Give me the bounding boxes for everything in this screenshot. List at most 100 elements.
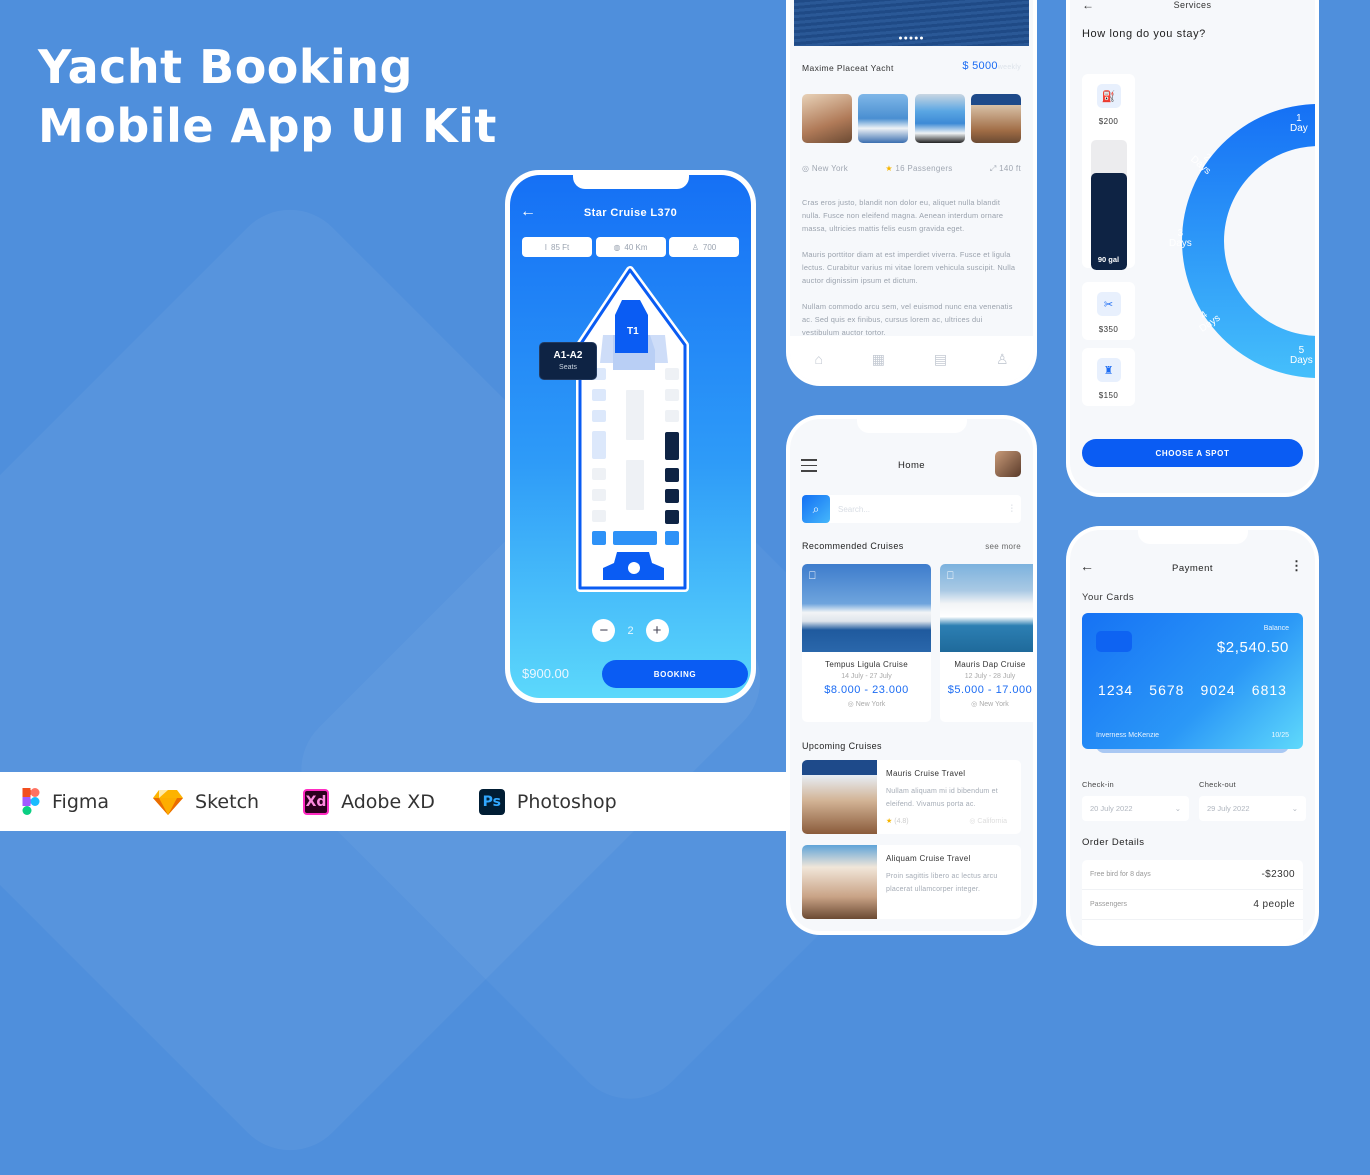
phone-notch [1137,530,1248,544]
phone-seat-selection: ← Star Cruise L370 I85 Ft ◍40 Km ♙700 [505,170,756,703]
bookmark-icon[interactable]: ⎕ [809,570,816,583]
plus-button[interactable]: + [645,619,669,642]
photoshop-icon: Ps [478,788,505,815]
seat[interactable] [665,368,679,380]
yacht-description: Cras eros justo, blandit non dolor eu, a… [802,196,1021,352]
service-cleaning[interactable]: ♜ $150 [1082,348,1135,406]
gallery-thumb[interactable] [970,94,1021,143]
duration-arc[interactable] [1182,104,1315,378]
minus-button[interactable]: − [592,619,616,642]
size-meta: ⤢ 140 ft [990,164,1021,174]
description-paragraph: Nullam commodo arcu sem, vel euismod nun… [802,302,1013,337]
cruise-price: $8.000 - 23.000 [824,684,909,696]
tool-figma: Figma [22,788,109,815]
card-holder: Inverness McKenzie [1096,732,1160,739]
balance-value: $2,540.50 [1216,639,1289,656]
service-fuel[interactable]: ⛽ $200 90 gal [1082,74,1135,270]
aisle-table [626,390,644,440]
search-bar: ⌕ Search... ⫶ [802,495,1021,523]
yacht-name: Maxime Placeat Yacht [802,63,894,73]
credit-card[interactable]: Balance $2,540.50 1234 5678 9024 6813 In… [1082,613,1303,749]
gallery-thumb[interactable] [802,94,852,143]
seat[interactable] [592,389,606,401]
order-details-heading: Order Details [1082,837,1145,848]
xd-glyph: Xd [303,788,330,815]
cruise-dates: 14 July - 27 July [841,673,892,680]
duration-3[interactable]: 3 Days [1169,229,1192,249]
checkout-value: 29 July 2022 [1207,804,1250,813]
upcoming-card[interactable]: Aliquam Cruise Travel Proin sagittis lib… [802,845,1021,919]
upcoming-location: ◎ California [969,817,1007,825]
fuel-tank-gauge[interactable]: 90 gal [1090,140,1127,270]
service-price: $150 [1098,391,1119,400]
upcoming-description: Nullam aliquam mi id bibendum et eleifen… [886,788,998,808]
table-label: T1 [627,326,639,337]
profile-icon[interactable]: ♙ [996,351,1009,368]
filter-icon[interactable]: ⫶ [1011,504,1014,515]
expand-icon: ⤢ [989,164,1000,173]
gallery-thumbnails [802,94,1021,143]
checkin-select[interactable]: 20 July 2022 ⌄ [1082,796,1189,821]
document-icon[interactable]: ▤ [934,351,947,368]
upcoming-name: Mauris Cruise Travel [886,769,966,778]
gallery-thumb[interactable] [858,94,909,143]
duration-5[interactable]: 5 Days [1290,346,1313,366]
order-value: 4 people [1253,899,1295,910]
seat[interactable] [592,489,606,501]
service-tools[interactable]: ✂ $350 [1082,282,1135,340]
duration-1[interactable]: 1 Day [1290,114,1308,134]
seat-selected[interactable] [665,468,679,482]
seat[interactable] [592,510,606,522]
checkin-value: 20 July 2022 [1090,804,1133,813]
order-details: Free bird for 8 days -$2300 Passengers 4 p… [1082,860,1303,942]
search-icon[interactable]: ⌕ [802,495,830,523]
search-input[interactable]: Search... [838,505,1011,514]
fuel-icon: ⛽ [1096,84,1121,108]
cleaning-icon: ♜ [1096,358,1121,382]
order-row: Passengers 4 people [1082,890,1303,920]
order-value: -$2300 [1261,869,1295,880]
service-price: $200 [1098,117,1119,126]
seat[interactable] [592,468,606,480]
cruise-image: ⎕ [940,564,1033,652]
bookmark-icon[interactable]: ⎕ [947,570,954,583]
seat[interactable] [665,531,679,545]
yacht-price: $ 5000weekly [962,60,1021,72]
tooltip-title: A1-A2 [553,350,583,361]
price-period: weekly [997,64,1021,71]
cruise-card[interactable]: ⎕ Tempus Ligula Cruise 14 July - 27 July… [802,564,931,722]
location-text: California [977,818,1007,825]
carousel-dots[interactable]: ●●●●● [790,35,1033,42]
more-options-icon[interactable]: ⋮ [1290,558,1303,574]
tool-sketch: Sketch [153,789,259,815]
home-icon[interactable]: ⌂ [814,351,822,367]
recommended-heading: Recommended Cruises [802,541,904,551]
seat[interactable] [613,531,657,545]
seat-selected[interactable] [665,489,679,503]
choose-spot-button[interactable]: CHOOSE A SPOT [1082,439,1303,467]
tool-label: Figma [52,790,110,813]
star-icon: ★ [885,164,896,173]
hero-line-1: Yacht Booking [38,40,413,94]
seat[interactable] [592,410,606,422]
seat[interactable] [592,531,606,545]
seat[interactable] [665,410,679,422]
seat[interactable] [665,389,679,401]
cruise-location: ◎ New York [940,700,1033,708]
passengers-text: 16 Passengers [895,164,953,173]
seat-selected[interactable] [665,510,679,524]
card-number-group: 5678 [1149,682,1185,698]
gallery-thumb[interactable] [914,94,965,143]
fuel-tank-label: 90 gal [1097,255,1120,264]
checkout-select[interactable]: 29 July 2022 ⌄ [1199,796,1306,821]
upcoming-card[interactable]: Mauris Cruise Travel Nullam aliquam mi i… [802,760,1021,834]
duration-unit: Days [1169,238,1192,249]
cruise-image: ⎕ [802,564,931,652]
see-more-link[interactable]: see more [985,542,1021,551]
booking-button[interactable]: BOOKING [602,660,748,688]
seat[interactable] [592,431,606,459]
seat-selected[interactable] [665,432,679,460]
grid-icon[interactable]: ▦ [872,351,885,368]
avatar[interactable] [995,451,1021,477]
cruise-card[interactable]: ⎕ Mauris Dap Cruise 12 July - 28 July $5… [940,564,1033,722]
